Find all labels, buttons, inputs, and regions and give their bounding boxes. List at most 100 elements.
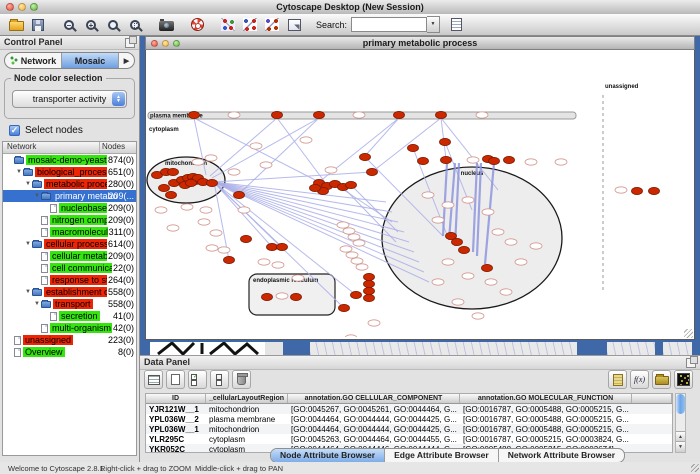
zoom-fit-button[interactable] <box>125 15 145 35</box>
graph-node-label[interactable] <box>167 225 179 231</box>
zoom-selected-button[interactable] <box>103 15 123 35</box>
table-cell[interactable]: YKR052C <box>146 445 206 454</box>
graph-node[interactable] <box>364 280 375 287</box>
tree-col-network[interactable]: Network <box>3 142 99 153</box>
scrollbar-thumb[interactable] <box>676 394 685 414</box>
import-attrs-button[interactable] <box>652 370 671 389</box>
unselect-attrs-button[interactable] <box>210 370 229 389</box>
graph-node-label[interactable] <box>155 207 167 213</box>
vizmapper-button[interactable] <box>284 15 304 35</box>
graph-node-label[interactable] <box>353 112 365 118</box>
tree-col-nodes[interactable]: Nodes <box>99 142 136 153</box>
graph-node-label[interactable] <box>462 273 474 279</box>
disclosure-triangle-icon[interactable]: ▼ <box>24 289 32 295</box>
graph-node-label[interactable] <box>432 279 444 285</box>
graph-node[interactable] <box>310 184 321 191</box>
camera-button[interactable] <box>156 15 176 35</box>
select-attrs-button[interactable] <box>188 370 207 389</box>
zoom-in-button[interactable] <box>81 15 101 35</box>
table-header-annotation.GO MOLECULAR_FUNCTION[interactable]: annotation.GO MOLECULAR_FUNCTION <box>460 394 632 403</box>
table-cell[interactable]: [GO:0016787, GO:0005215, GO:0003824, G..… <box>460 435 632 444</box>
graph-node-label[interactable] <box>292 275 304 281</box>
table-cell[interactable]: mitochondrion <box>206 405 288 414</box>
graph-node-label[interactable] <box>198 219 210 225</box>
background-window-fragment[interactable] <box>310 342 577 355</box>
disclosure-triangle-icon[interactable]: ▼ <box>24 181 32 187</box>
graph-node-label[interactable] <box>260 162 272 168</box>
tree-row-transport[interactable]: ▼transport558(0) <box>3 298 136 310</box>
delete-attr-button[interactable] <box>232 370 251 389</box>
graph-node-label[interactable] <box>442 259 454 265</box>
tree-row-mosaic-demo-yeast[interactable]: mosaic-demo-yeast874(0) <box>3 154 136 166</box>
background-window-fragment[interactable] <box>663 342 692 355</box>
table-cell[interactable]: YPL036W__1 <box>146 425 206 434</box>
tab-overflow-arrow[interactable]: ▶ <box>119 53 134 68</box>
table-header-annotation.GO CELLULAR_COMPONENT[interactable]: annotation.GO CELLULAR_COMPONENT <box>288 394 460 403</box>
graph-node-label[interactable] <box>515 259 527 265</box>
network-from-nodes-button[interactable] <box>240 15 260 35</box>
attr-list-button[interactable] <box>608 370 627 389</box>
disclosure-triangle-icon[interactable]: ▼ <box>33 193 41 199</box>
graph-node[interactable] <box>446 232 457 239</box>
fx-button[interactable]: f(x) <box>630 370 649 389</box>
search-dropdown-arrow-icon[interactable]: ▼ <box>427 16 440 33</box>
graph-node[interactable] <box>482 264 493 271</box>
matrix-button[interactable] <box>674 370 693 389</box>
graph-node-label[interactable] <box>228 169 240 175</box>
graph-node[interactable] <box>159 184 170 191</box>
graph-node-label[interactable] <box>485 279 497 285</box>
graph-node[interactable] <box>459 246 470 253</box>
tree-row-macromolecule[interactable]: macromolecule311(0) <box>3 226 136 238</box>
tree-row-establishment-of-lo[interactable]: ▼establishment of lo558(0) <box>3 286 136 298</box>
graph-node-label[interactable] <box>432 217 444 223</box>
tab-node-attribute-browser[interactable]: Node Attribute Browser <box>271 449 385 462</box>
search-input[interactable] <box>351 17 427 32</box>
graph-node-label[interactable] <box>476 112 488 118</box>
table-cell[interactable]: plasma membrane <box>206 415 288 424</box>
save-button[interactable] <box>28 15 48 35</box>
graph-node-label[interactable] <box>200 207 212 213</box>
tree-row-cell-communicat[interactable]: cell communicat22(0) <box>3 262 136 274</box>
graph-node-label[interactable] <box>467 157 479 163</box>
scroll-down-icon[interactable]: ▼ <box>676 441 685 452</box>
tree-row-response-to-stimulu[interactable]: response to stimulu264(0) <box>3 274 136 286</box>
rows-button[interactable] <box>144 370 163 389</box>
graph-node-label[interactable] <box>368 320 380 326</box>
tree-row-primary-metabo[interactable]: ▼primary metabo209(... <box>3 190 136 202</box>
tab-network-attribute-browser[interactable]: Network Attribute Browser <box>499 449 624 462</box>
graph-node-label[interactable] <box>228 112 240 118</box>
graph-node-label[interactable] <box>181 204 193 210</box>
annotation-button[interactable] <box>446 15 466 35</box>
help-button[interactable] <box>187 15 207 35</box>
graph-node-label[interactable] <box>346 252 358 258</box>
graph-node[interactable] <box>632 187 643 194</box>
graph-node[interactable] <box>277 243 288 250</box>
graph-node-label[interactable] <box>351 258 363 264</box>
graph-node[interactable] <box>649 187 660 194</box>
graph-node-label[interactable] <box>340 246 352 252</box>
graph-node-label[interactable] <box>337 222 349 228</box>
graph-node[interactable] <box>440 138 451 145</box>
tree-row-cellular-metabo[interactable]: cellular metabo209(0) <box>3 250 136 262</box>
graph-node-label[interactable] <box>462 197 474 203</box>
graph-node-label[interactable] <box>530 243 542 249</box>
graph-node-label[interactable] <box>300 137 312 143</box>
tree-row-overview[interactable]: Overview8(0) <box>3 346 136 358</box>
graph-node-label[interactable] <box>525 159 537 165</box>
graph-node-label[interactable] <box>258 259 270 265</box>
graph-node[interactable] <box>267 243 278 250</box>
graph-node[interactable] <box>207 179 218 186</box>
table-cell[interactable]: [GO:0045263, GO:0044464, GO:0044455, G..… <box>288 435 460 444</box>
graph-node-label[interactable] <box>492 229 504 235</box>
graph-node[interactable] <box>339 304 350 311</box>
float-panel-icon[interactable] <box>686 358 696 368</box>
disclosure-triangle-icon[interactable]: ▼ <box>33 301 41 307</box>
graph-node[interactable] <box>367 168 378 175</box>
table-row[interactable]: YJR121W__1mitochondrion[GO:0045267, GO:0… <box>146 404 672 414</box>
select-nodes-checkbox[interactable]: ✓ <box>9 125 20 136</box>
graph-node-label[interactable] <box>482 209 494 215</box>
graph-node[interactable] <box>436 111 447 118</box>
graph-node[interactable] <box>166 191 177 198</box>
table-cell[interactable]: cytoplasm <box>206 435 288 444</box>
graph-node[interactable] <box>314 111 325 118</box>
